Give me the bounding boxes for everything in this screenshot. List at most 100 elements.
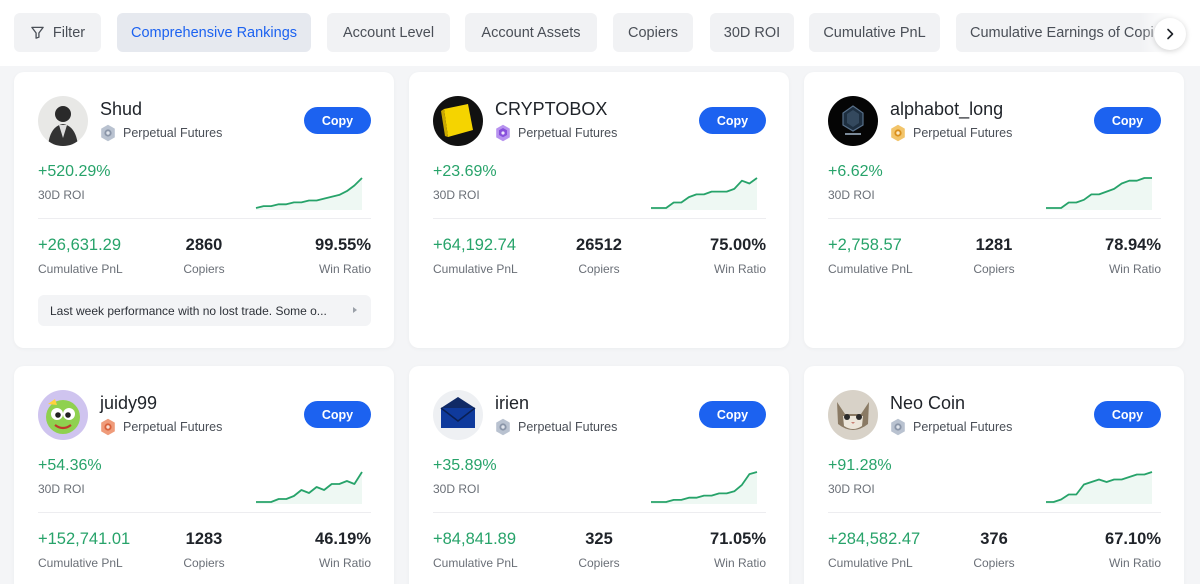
avatar — [38, 390, 88, 440]
pnl-value: +152,741.01 — [38, 530, 131, 548]
avatar — [38, 96, 88, 146]
win-ratio-value: 99.55% — [315, 236, 371, 254]
copiers-value: 325 — [585, 530, 613, 548]
copy-button[interactable]: Copy — [1094, 401, 1161, 428]
win-ratio-label: Win Ratio — [318, 262, 371, 276]
trader-card[interactable]: irien Perpetual Futures Copy +35.89% 30D… — [409, 366, 789, 584]
trader-note[interactable]: Last week performance with no lost trade… — [38, 295, 371, 326]
copy-button[interactable]: Copy — [304, 401, 371, 428]
filter-bar: Filter Comprehensive Rankings Account Le… — [0, 0, 1200, 66]
silver-badge-icon — [101, 124, 115, 142]
filter-button[interactable]: Filter — [14, 13, 101, 52]
win-ratio-label: Win Ratio — [713, 556, 766, 570]
copy-button[interactable]: Copy — [699, 401, 766, 428]
win-ratio-value: 75.00% — [710, 236, 766, 254]
divider — [38, 218, 371, 219]
roi-sparkline — [651, 177, 758, 210]
copy-button[interactable]: Copy — [699, 107, 766, 134]
caret-right-icon — [353, 307, 357, 313]
win-ratio-value: 78.94% — [1105, 236, 1161, 254]
trader-name: alphabot_long — [890, 99, 1004, 119]
product-type: Perpetual Futures — [518, 126, 618, 140]
scroll-right-button[interactable] — [1154, 18, 1186, 50]
pnl-label: Cumulative PnL — [828, 556, 913, 570]
copiers-label: Copiers — [578, 262, 620, 276]
win-ratio-label: Win Ratio — [318, 556, 371, 570]
avatar — [433, 390, 483, 440]
purple-badge-icon — [496, 124, 510, 142]
gold-badge-icon — [891, 124, 905, 142]
tab-cumulative-pnl[interactable]: Cumulative PnL — [809, 13, 940, 52]
copiers-label: Copiers — [973, 262, 1015, 276]
copiers-value: 2860 — [185, 236, 223, 254]
pnl-value: +284,582.47 — [828, 530, 921, 548]
copy-button[interactable]: Copy — [304, 107, 371, 134]
tab-30d-roi[interactable]: 30D ROI — [710, 13, 794, 52]
avatar — [433, 96, 483, 146]
product-type: Perpetual Futures — [123, 126, 223, 140]
roi-sparkline — [256, 471, 363, 504]
roi-label: 30D ROI — [433, 482, 480, 496]
pnl-value: +84,841.89 — [433, 530, 517, 548]
tab-account-level[interactable]: Account Level — [327, 13, 450, 52]
copiers-value: 1283 — [185, 530, 223, 548]
copiers-value: 1281 — [975, 236, 1013, 254]
pnl-value: +26,631.29 — [38, 236, 122, 254]
product-type: Perpetual Futures — [518, 420, 618, 434]
copy-button[interactable]: Copy — [1094, 107, 1161, 134]
sparkline-area — [651, 472, 757, 504]
pnl-label: Cumulative PnL — [433, 262, 518, 276]
trader-name: CRYPTOBOX — [495, 99, 608, 119]
tab-comprehensive-rankings[interactable]: Comprehensive Rankings — [117, 13, 311, 52]
trader-card[interactable]: juidy99 Perpetual Futures Copy +54.36% 3… — [14, 366, 394, 584]
pnl-value: +64,192.74 — [433, 236, 517, 254]
trader-name: irien — [495, 393, 530, 413]
win-ratio-value: 67.10% — [1105, 530, 1161, 548]
win-ratio-label: Win Ratio — [713, 262, 766, 276]
roi-sparkline — [1046, 177, 1152, 210]
roi-value: +54.36% — [38, 457, 102, 474]
divider — [433, 218, 766, 219]
trader-card[interactable]: CRYPTOBOX Perpetual Futures Copy +23.69%… — [409, 72, 789, 348]
tab-copiers[interactable]: Copiers — [613, 13, 693, 52]
sparkline-area — [256, 472, 362, 504]
roi-value: +23.69% — [433, 163, 497, 180]
roi-label: 30D ROI — [433, 188, 480, 202]
pnl-label: Cumulative PnL — [433, 556, 518, 570]
pnl-label: Cumulative PnL — [828, 262, 913, 276]
win-ratio-value: 46.19% — [315, 530, 371, 548]
tab-account-assets[interactable]: Account Assets — [465, 13, 597, 52]
roi-label: 30D ROI — [828, 188, 875, 202]
trader-name: Shud — [100, 99, 143, 119]
roi-sparkline — [1046, 471, 1153, 504]
trader-name: juidy99 — [100, 393, 158, 413]
trader-card[interactable]: Neo Coin Perpetual Futures Copy +91.28% … — [804, 366, 1184, 584]
copiers-label: Copiers — [578, 556, 620, 570]
win-ratio-value: 71.05% — [710, 530, 766, 548]
bronze-badge-icon — [101, 418, 115, 436]
copiers-label: Copiers — [183, 556, 225, 570]
roi-sparkline — [651, 471, 758, 504]
copiers-label: Copiers — [183, 262, 225, 276]
trader-card[interactable]: alphabot_long Perpetual Futures Copy +6.… — [804, 72, 1184, 348]
divider — [828, 512, 1161, 513]
trader-card[interactable]: Shud Perpetual Futures Copy +520.29% 30D… — [14, 72, 394, 348]
avatar — [828, 96, 878, 146]
copiers-value: 26512 — [576, 236, 622, 254]
product-type: Perpetual Futures — [913, 420, 1013, 434]
roi-label: 30D ROI — [38, 482, 85, 496]
win-ratio-label: Win Ratio — [1108, 262, 1161, 276]
trader-name: Neo Coin — [890, 393, 966, 413]
roi-label: 30D ROI — [38, 188, 85, 202]
pnl-value: +2,758.57 — [828, 236, 902, 254]
product-type: Perpetual Futures — [913, 126, 1013, 140]
win-ratio-label: Win Ratio — [1108, 556, 1161, 570]
avatar — [828, 390, 878, 440]
funnel-icon — [31, 26, 44, 39]
roi-label: 30D ROI — [828, 482, 875, 496]
divider — [433, 512, 766, 513]
silver-badge-icon — [496, 418, 510, 436]
filter-label: Filter — [52, 24, 86, 41]
roi-value: +6.62% — [828, 163, 883, 180]
pnl-label: Cumulative PnL — [38, 262, 123, 276]
